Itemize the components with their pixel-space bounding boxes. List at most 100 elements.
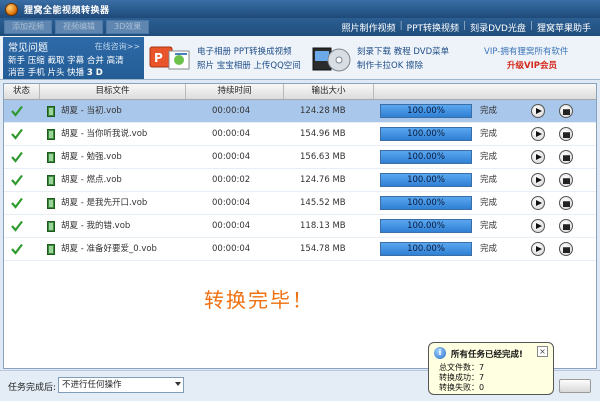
dvd-promo-link-1[interactable]: 刻录下载 教程 DVD菜单 (357, 45, 449, 57)
faq-link-clip[interactable]: 截取 (47, 56, 64, 66)
file-name: 胡夏 - 当你听我说.vob (61, 129, 148, 139)
online-consult-link[interactable]: 在线咨询>> (95, 41, 140, 52)
video-file-icon (47, 129, 55, 140)
menu-ppt-video[interactable]: PPT转换视频 (404, 21, 462, 34)
progress-bar: 100.00% (380, 127, 472, 141)
output-size: 124.28 MB (300, 106, 346, 116)
upgrade-vip-link[interactable]: 升级VIP会员 (507, 59, 557, 71)
status-text: 完成 (480, 152, 498, 162)
open-folder-icon[interactable] (559, 242, 573, 256)
open-folder-icon[interactable] (559, 150, 573, 164)
header-output-size[interactable]: 输出大小 (284, 84, 374, 99)
duration: 00:00:04 (212, 221, 251, 231)
duration: 00:00:04 (212, 106, 251, 116)
ppt-album-icon[interactable]: P (149, 43, 191, 73)
open-folder-icon[interactable] (559, 104, 573, 118)
after-task-label: 任务完成后: (8, 383, 57, 393)
file-name: 胡夏 - 燃点.vob (61, 175, 122, 185)
table-row[interactable]: 胡夏 - 准备好要爱_0.vob 00:00:04 154.78 MB 100.… (4, 238, 596, 261)
table-row[interactable]: 胡夏 - 当你听我说.vob 00:00:04 154.96 MB 100.00… (4, 123, 596, 146)
faq-title: 常见问题 (8, 43, 48, 54)
faq-link-subtitle[interactable]: 字幕 (67, 56, 84, 66)
add-video-button[interactable]: 添加视频 (4, 20, 52, 34)
play-icon[interactable] (531, 242, 545, 256)
after-task-select-value: 不进行任何操作 (62, 380, 122, 390)
check-icon (11, 243, 23, 255)
duration: 00:00:02 (212, 175, 251, 185)
faq-link-hd[interactable]: 高清 (107, 56, 124, 66)
output-size: 154.78 MB (300, 244, 346, 254)
dvd-promo-link-2[interactable]: 制作卡拉OK 擦除 (357, 59, 423, 71)
vip-link[interactable]: VIP-拥有狸窝所有软件 (484, 45, 568, 57)
header-duration[interactable]: 持续时间 (186, 84, 284, 99)
window-title: 狸窝全能视频转换器 (24, 5, 110, 16)
faq-links-row2: 消音 手机 片头 快播 3 D (8, 66, 103, 78)
ppt-promo-link-1[interactable]: 电子相册 PPT转换成视频 (197, 45, 292, 57)
play-icon[interactable] (531, 196, 545, 210)
close-icon[interactable]: × (537, 346, 548, 357)
faq-link-phone[interactable]: 手机 (28, 68, 45, 78)
menu-photo-video[interactable]: 照片制作视频 (339, 21, 399, 34)
table-row[interactable]: 胡夏 - 我的错.vob 00:00:04 118.13 MB 100.00% … (4, 215, 596, 238)
video-file-icon (47, 152, 55, 163)
svg-text:P: P (154, 51, 163, 65)
conversion-complete-message: 转换完毕！ (204, 288, 314, 312)
play-icon[interactable] (531, 219, 545, 233)
progress-bar: 100.00% (380, 196, 472, 210)
play-icon[interactable] (531, 173, 545, 187)
check-icon (11, 174, 23, 186)
check-icon (11, 128, 23, 140)
notification-balloon: i 所有任务已经完成! × 总文件数：7 转换成功：7 转换失败：0 (428, 342, 554, 395)
header-status[interactable]: 状态 (4, 84, 40, 99)
start-button[interactable] (559, 379, 591, 393)
open-folder-icon[interactable] (559, 196, 573, 210)
menu-bar: 添加视频 视频编辑 3D效果 照片制作视频 | PPT转换视频 | 刻录DVD光… (0, 18, 600, 36)
faq-panel: 常见问题 在线咨询>> 新手 压缩 截取 字幕 合并 高清 消音 手机 片头 快… (3, 37, 144, 79)
output-size: 156.63 MB (300, 152, 346, 162)
edit-video-button[interactable]: 视频编辑 (55, 20, 103, 34)
app-logo-icon (5, 2, 18, 16)
file-name: 胡夏 - 勉强.vob (61, 152, 122, 162)
duration: 00:00:04 (212, 129, 251, 139)
menu-apple-helper[interactable]: 狸窝苹果助手 (534, 21, 594, 34)
after-task-select[interactable]: 不进行任何操作 (58, 377, 184, 393)
file-name: 胡夏 - 是我先开口.vob (61, 198, 148, 208)
check-icon (11, 105, 23, 117)
status-text: 完成 (480, 244, 498, 254)
status-text: 完成 (480, 221, 498, 231)
3d-effect-button[interactable]: 3D效果 (106, 20, 150, 34)
faq-link-mute[interactable]: 消音 (8, 68, 25, 78)
menu-burn-dvd[interactable]: 刻录DVD光盘 (467, 21, 529, 34)
header-target-file[interactable]: 目标文件 (40, 84, 186, 99)
faq-link-merge[interactable]: 合并 (87, 56, 104, 66)
video-file-icon (47, 221, 55, 232)
progress-bar: 100.00% (380, 242, 472, 256)
open-folder-icon[interactable] (559, 219, 573, 233)
faq-link-3d[interactable]: 3 D (87, 68, 103, 78)
status-text: 完成 (480, 129, 498, 139)
faq-link-compress[interactable]: 压缩 (28, 56, 45, 66)
promo-banner: 常见问题 在线咨询>> 新手 压缩 截取 字幕 合并 高清 消音 手机 片头 快… (0, 36, 600, 80)
table-header: 状态 目标文件 持续时间 输出大小 (4, 84, 596, 100)
duration: 00:00:04 (212, 244, 251, 254)
video-file-icon (47, 106, 55, 117)
output-size: 118.13 MB (300, 221, 346, 231)
dvd-burn-icon[interactable] (311, 42, 351, 74)
ppt-promo-link-2[interactable]: 照片 宝宝相册 上传QQ空间 (197, 59, 301, 71)
faq-link-intro[interactable]: 片头 (47, 68, 64, 78)
table-row[interactable]: 胡夏 - 燃点.vob 00:00:02 124.76 MB 100.00% 完… (4, 169, 596, 192)
faq-link-newbie[interactable]: 新手 (8, 56, 25, 66)
chevron-down-icon (175, 382, 181, 386)
play-icon[interactable] (531, 104, 545, 118)
progress-bar: 100.00% (380, 104, 472, 118)
play-icon[interactable] (531, 150, 545, 164)
duration: 00:00:04 (212, 198, 251, 208)
table-row[interactable]: 胡夏 - 当初.vob 00:00:04 124.28 MB 100.00% 完… (4, 100, 596, 123)
status-text: 完成 (480, 198, 498, 208)
open-folder-icon[interactable] (559, 173, 573, 187)
table-row[interactable]: 胡夏 - 是我先开口.vob 00:00:04 145.52 MB 100.00… (4, 192, 596, 215)
table-row[interactable]: 胡夏 - 勉强.vob 00:00:04 156.63 MB 100.00% 完… (4, 146, 596, 169)
faq-link-qvod[interactable]: 快播 (67, 68, 84, 78)
play-icon[interactable] (531, 127, 545, 141)
open-folder-icon[interactable] (559, 127, 573, 141)
